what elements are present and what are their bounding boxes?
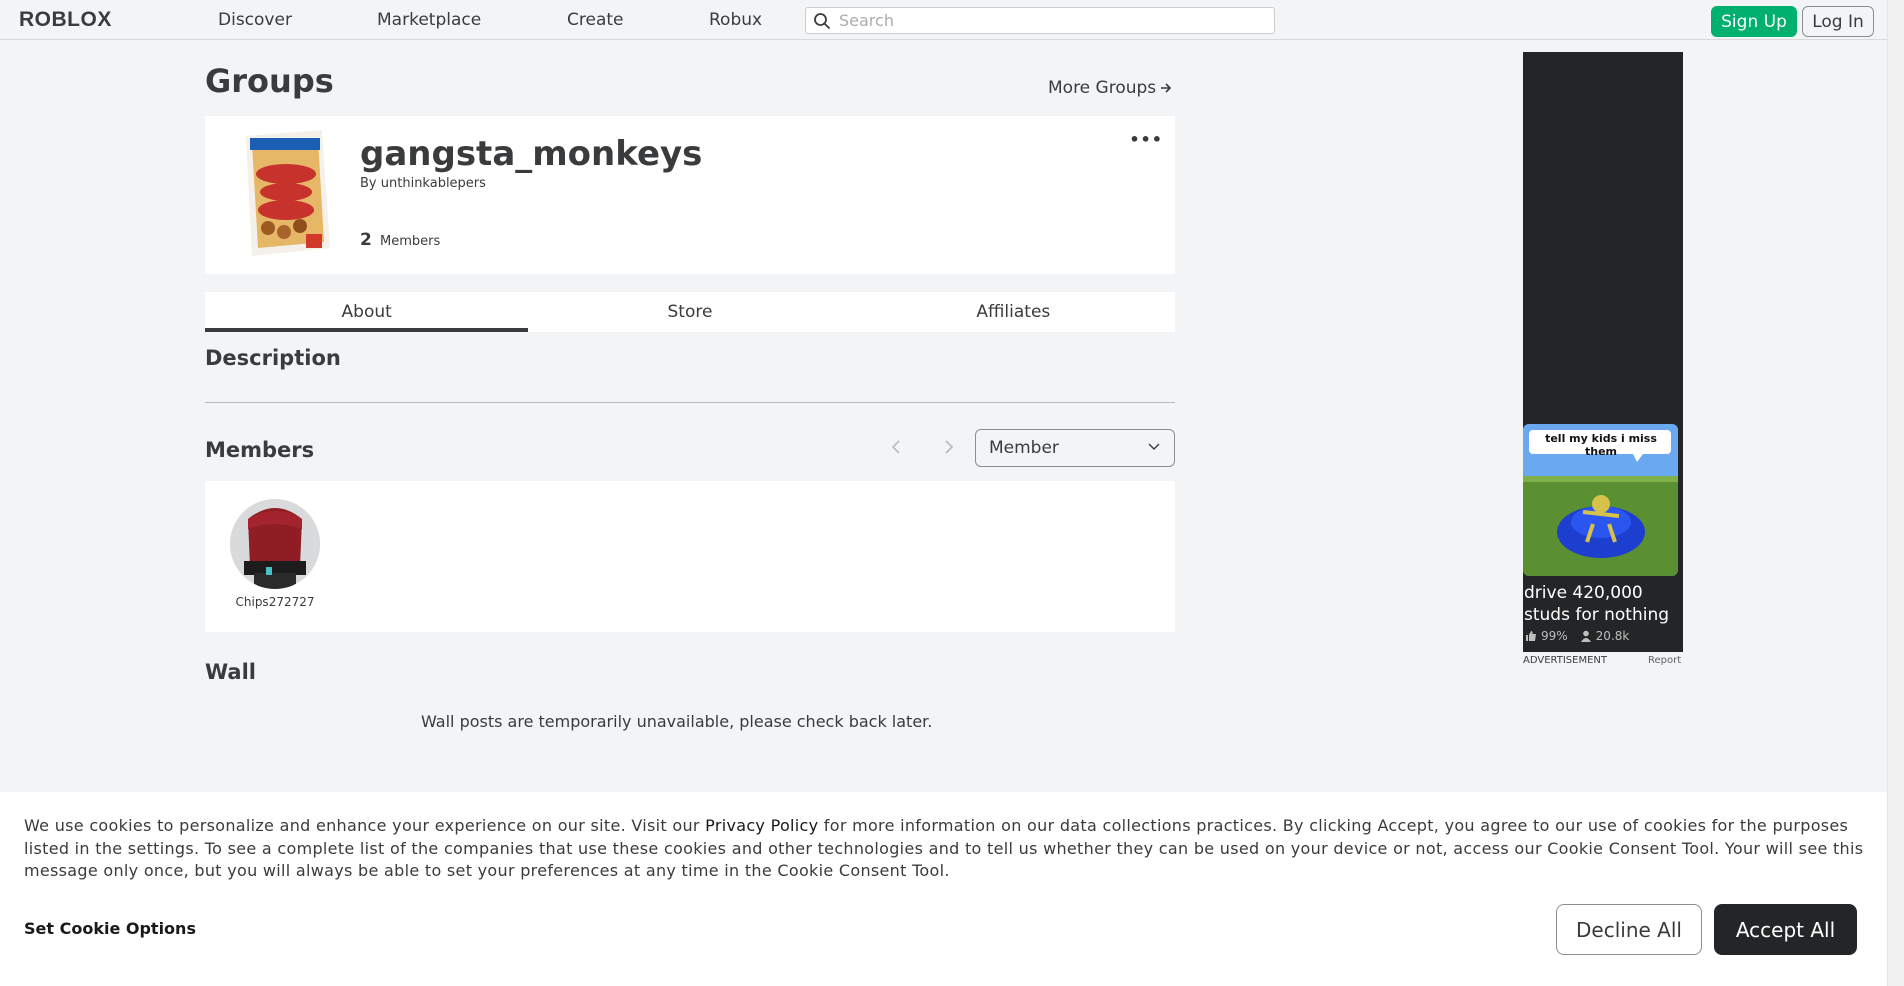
cookie-options-link[interactable]: Set Cookie Options: [24, 919, 196, 938]
search-input[interactable]: [839, 11, 1259, 30]
role-filter-dropdown[interactable]: Member: [975, 429, 1175, 467]
avatar-image: [230, 499, 320, 589]
group-owner-line: By unthinkablepers: [360, 176, 486, 191]
group-emblem: [246, 130, 330, 256]
nav-discover[interactable]: Discover: [218, 10, 292, 30]
more-groups-label: More Groups: [1048, 78, 1157, 98]
search-icon: [814, 12, 830, 29]
ad-rating: 99%: [1541, 629, 1568, 643]
members-heading: Members: [205, 438, 315, 462]
ad-caption: tell my kids i miss them: [1545, 432, 1657, 458]
section-divider: [205, 402, 1175, 403]
role-filter-value: Member: [989, 438, 1059, 458]
group-tabs: About Store Affiliates: [205, 292, 1175, 332]
group-name: gangsta_monkeys: [360, 134, 703, 174]
player-icon: [1580, 630, 1591, 642]
ad-panel: [1523, 52, 1683, 652]
next-page-button[interactable]: [936, 434, 962, 460]
cookie-text: We use cookies to personalize and enhanc…: [24, 815, 1864, 883]
ad-label: ADVERTISEMENT: [1523, 655, 1608, 666]
logo-text: ROBLOX: [19, 7, 112, 31]
member-username: Chips272727: [235, 595, 315, 609]
avatar: [230, 499, 320, 589]
tab-about[interactable]: About: [205, 292, 529, 332]
nav-robux[interactable]: Robux: [709, 10, 762, 30]
nav-create[interactable]: Create: [567, 10, 624, 30]
more-options-icon[interactable]: •••: [1129, 130, 1163, 149]
tab-store[interactable]: Store: [528, 292, 851, 332]
ad-title[interactable]: drive 420,000 studs for nothing: [1524, 582, 1684, 626]
nav-marketplace[interactable]: Marketplace: [377, 10, 481, 30]
privacy-policy-link[interactable]: Privacy Policy: [705, 816, 818, 835]
member-count-value: 2: [360, 230, 372, 250]
search-box[interactable]: [805, 7, 1275, 34]
members-list: Chips272727: [205, 481, 1175, 632]
description-heading: Description: [205, 346, 341, 370]
top-nav: ROBLOX Discover Marketplace Create Robux…: [0, 0, 1887, 40]
signup-button[interactable]: Sign Up: [1711, 6, 1797, 37]
page-title: Groups: [205, 62, 334, 100]
more-groups-link[interactable]: More Groups: [1048, 78, 1172, 98]
cookie-banner: We use cookies to personalize and enhanc…: [0, 792, 1887, 986]
member-card[interactable]: Chips272727: [225, 499, 325, 609]
group-member-count: 2 Members: [360, 230, 440, 250]
login-button[interactable]: Log In: [1802, 6, 1874, 37]
cookie-text-before: We use cookies to personalize and enhanc…: [24, 816, 706, 835]
ad-players: 20.8k: [1595, 629, 1630, 643]
ad-report-link[interactable]: Report: [1648, 655, 1681, 666]
chevron-left-icon: [891, 440, 900, 454]
by-label: By: [360, 176, 377, 191]
accept-all-button[interactable]: Accept All: [1714, 904, 1857, 955]
prev-page-button[interactable]: [883, 434, 909, 460]
ad-stats: 99% 20.8k: [1525, 629, 1629, 643]
wall-unavailable-message: Wall posts are temporarily unavailable, …: [421, 712, 933, 731]
page-scrollbar[interactable]: [1887, 0, 1904, 986]
member-count-label: Members: [379, 234, 441, 249]
wall-heading: Wall: [205, 660, 256, 684]
tab-affiliates[interactable]: Affiliates: [852, 292, 1175, 332]
chevron-down-icon: [1148, 443, 1160, 450]
chevron-right-icon: [945, 440, 954, 454]
arrow-right-icon: [1161, 83, 1172, 93]
roblox-logo[interactable]: ROBLOX: [19, 7, 112, 31]
group-owner-link[interactable]: unthinkablepers: [381, 176, 486, 191]
thumbs-up-icon: [1526, 631, 1536, 641]
group-header-card: gangsta_monkeys By unthinkablepers 2 Mem…: [205, 116, 1175, 274]
decline-all-button[interactable]: Decline All: [1556, 904, 1702, 955]
